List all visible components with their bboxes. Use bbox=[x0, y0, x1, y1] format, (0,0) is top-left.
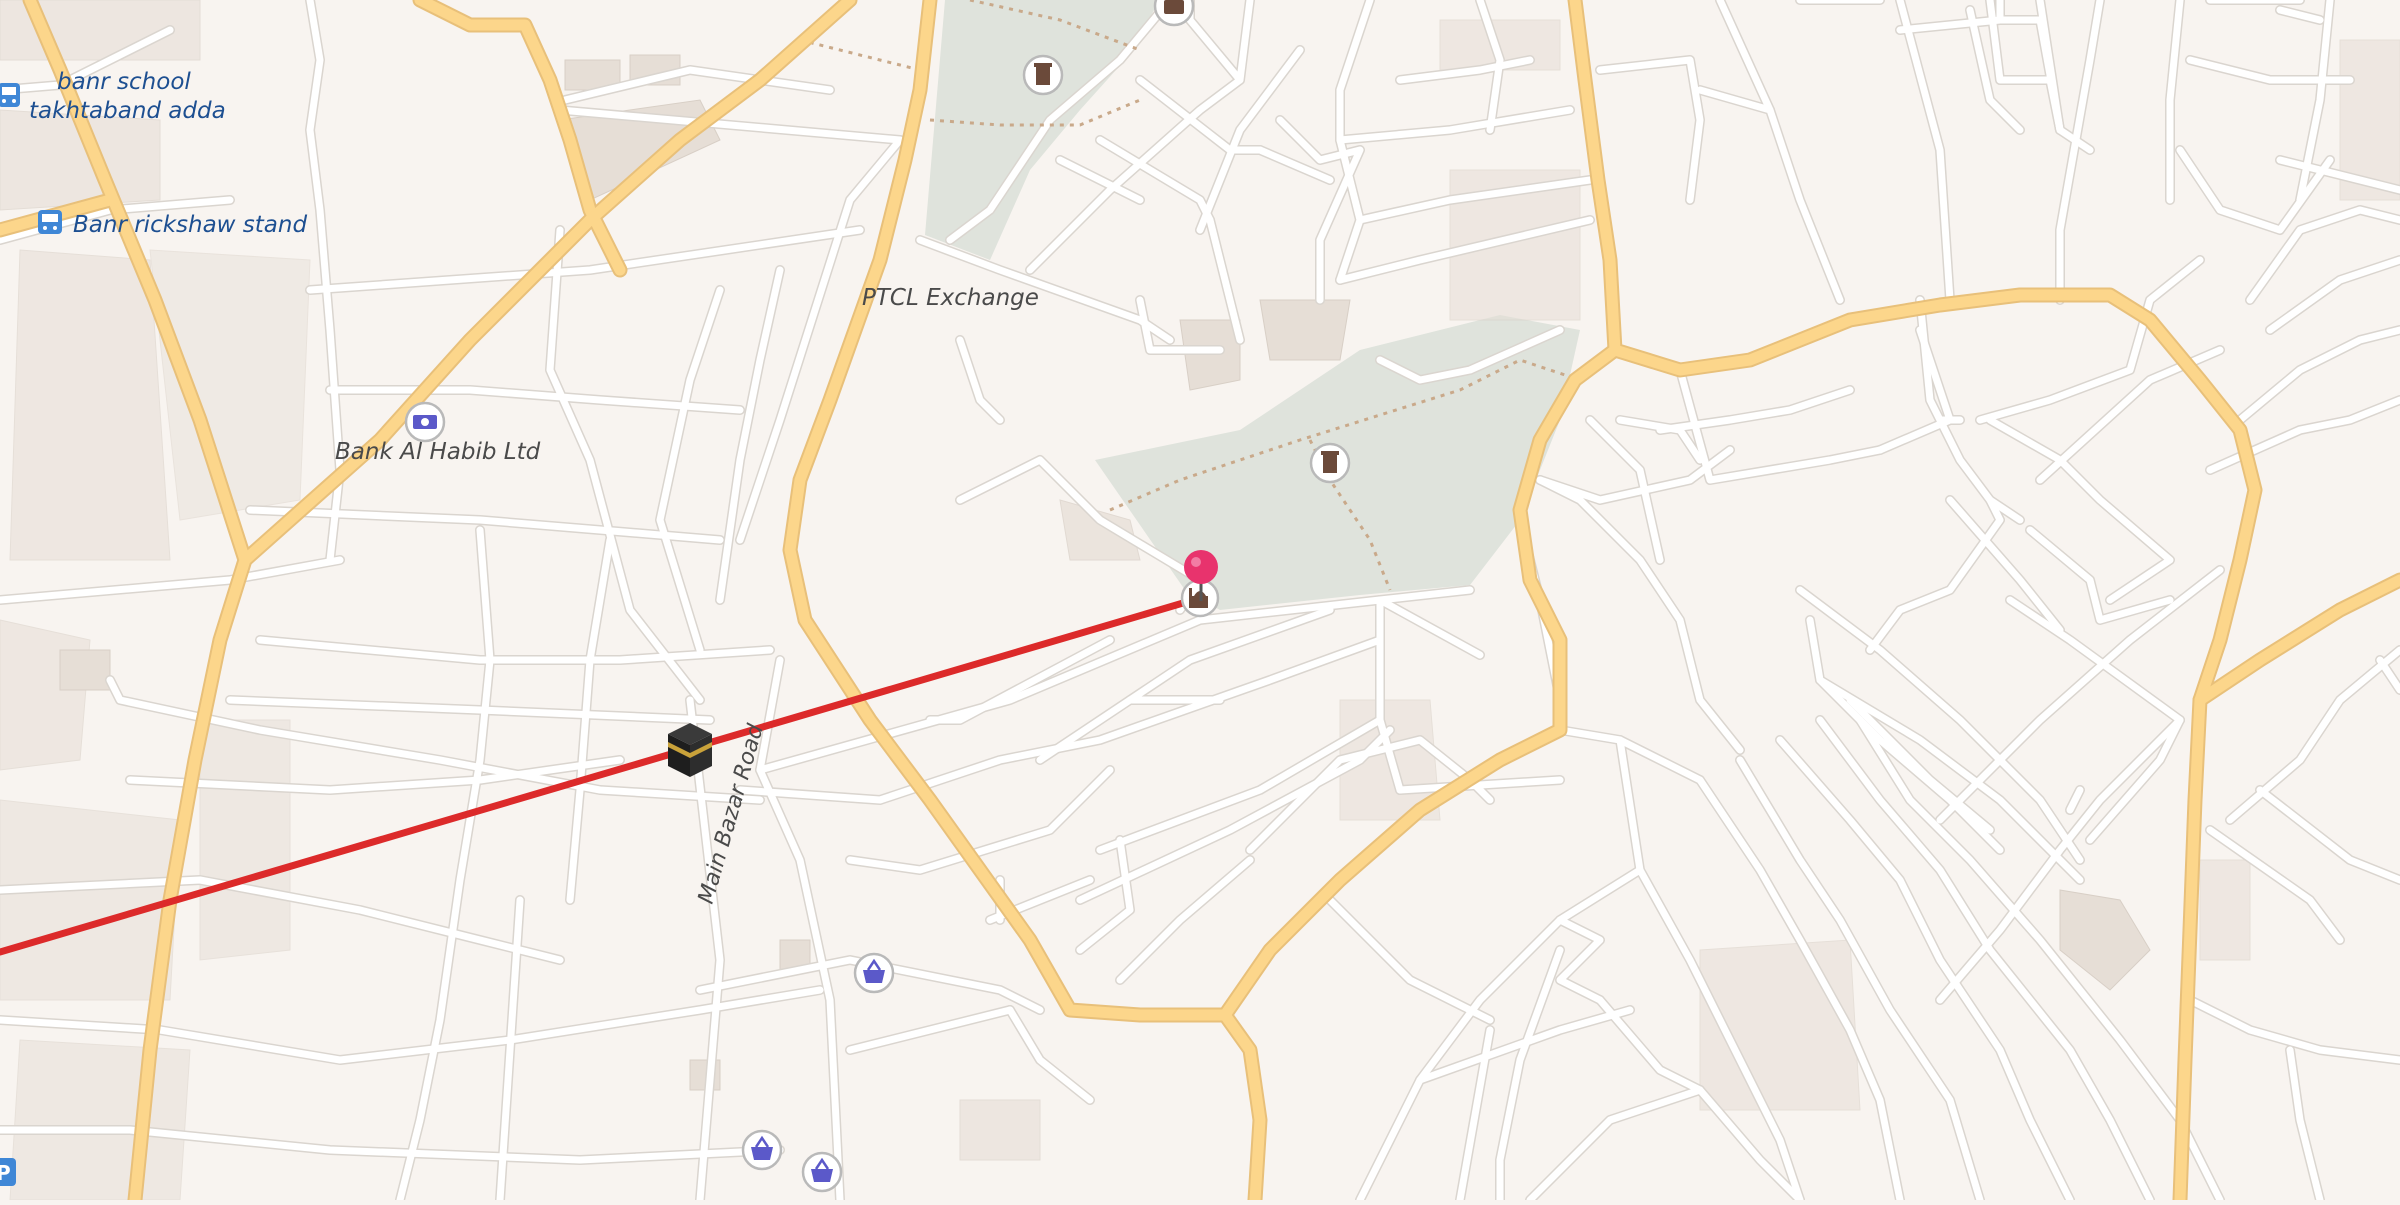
map-canvas[interactable]: banr school takhtaband adda Banr ricksha… bbox=[0, 0, 2400, 1205]
label-banr-rickshaw-stand: Banr rickshaw stand bbox=[73, 212, 307, 238]
label-ptcl-exchange: PTCL Exchange bbox=[862, 285, 1039, 311]
grave-icon[interactable] bbox=[1309, 442, 1351, 484]
bank-icon[interactable] bbox=[404, 401, 446, 443]
bus-icon[interactable] bbox=[38, 210, 62, 234]
suitcase-icon[interactable] bbox=[1153, 0, 1195, 27]
label-bank-al-habib: Bank Al Habib Ltd bbox=[335, 439, 541, 465]
basket-icon[interactable] bbox=[853, 952, 895, 994]
bus-icon[interactable] bbox=[0, 83, 20, 107]
label-takhtaband-adda: takhtaband adda bbox=[29, 98, 226, 124]
basket-icon[interactable] bbox=[741, 1129, 783, 1171]
kaaba-icon[interactable] bbox=[668, 723, 712, 777]
grave-icon[interactable] bbox=[1022, 54, 1064, 96]
parking-icon[interactable]: P bbox=[0, 1158, 16, 1186]
map-svg[interactable]: banr school takhtaband adda Banr ricksha… bbox=[0, 0, 2400, 1205]
basket-icon[interactable] bbox=[801, 1151, 843, 1193]
svg-text:P: P bbox=[0, 1161, 11, 1185]
label-banr-school: banr school bbox=[57, 69, 191, 95]
